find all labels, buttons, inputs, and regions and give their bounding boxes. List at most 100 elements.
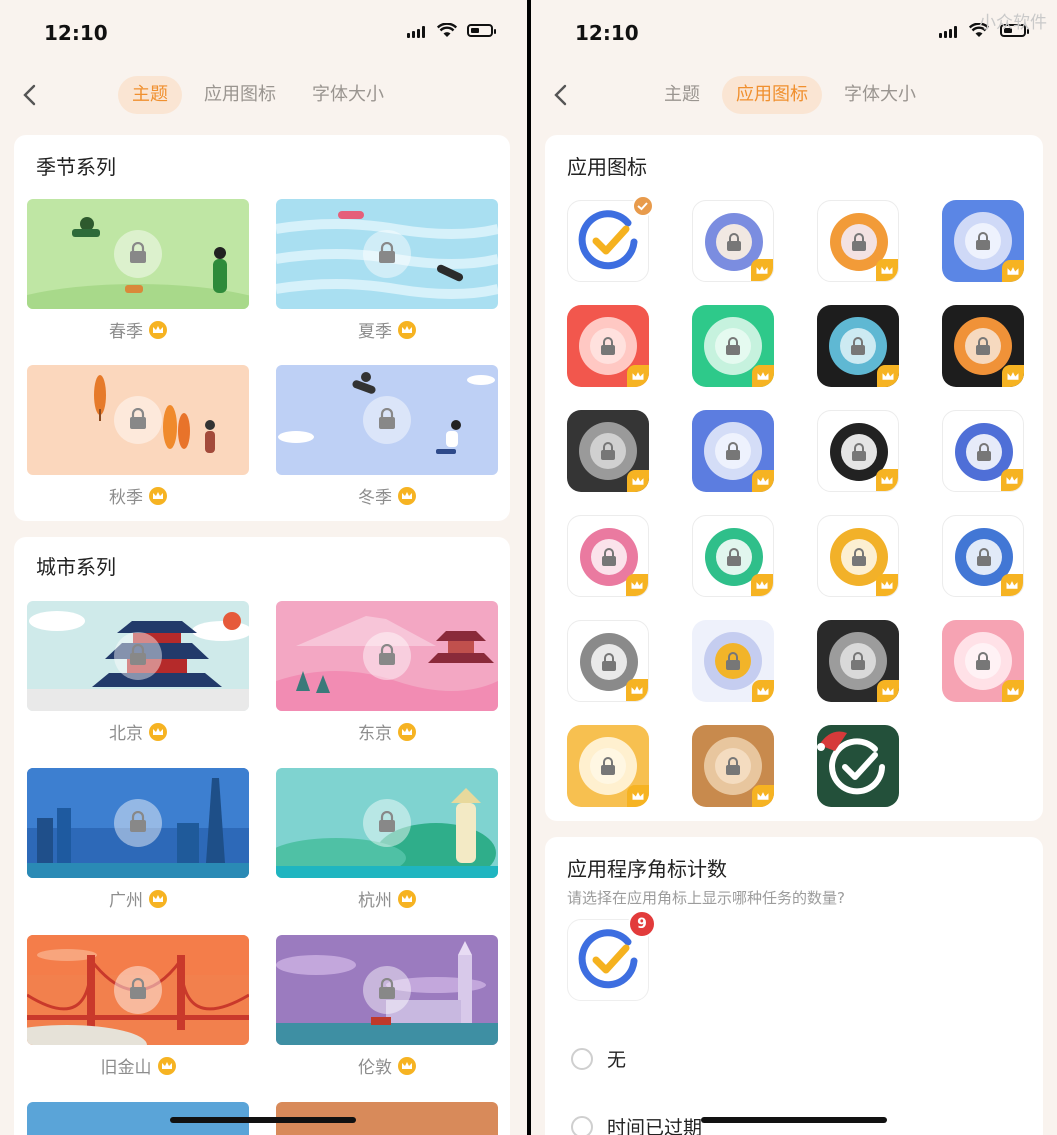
app-icon-option[interactable]	[942, 305, 1024, 387]
badge-count-subtitle: 请选择在应用角标上显示哪种任务的数量?	[567, 889, 845, 907]
theme-name: 杭州	[358, 891, 392, 911]
lock-icon	[602, 548, 616, 570]
lock-icon	[363, 966, 411, 1014]
option-label: 时间已过期	[607, 1117, 703, 1135]
theme-autumn[interactable]: 秋季	[27, 365, 249, 508]
theme-winter[interactable]: 冬季	[276, 365, 498, 508]
crown-icon	[398, 320, 416, 339]
option-label: 无	[607, 1049, 627, 1071]
option-none[interactable]: 无	[571, 1045, 626, 1072]
lock-icon	[114, 632, 162, 680]
home-indicator[interactable]	[170, 1117, 356, 1123]
lock-icon	[363, 632, 411, 680]
watermark: 小众软件	[979, 13, 1047, 33]
option-overdue[interactable]: 时间已过期	[571, 1113, 702, 1135]
status-time: 12:10	[575, 21, 639, 45]
app-icon-option[interactable]	[567, 195, 654, 282]
badge-preview-icon: 9	[567, 910, 656, 1001]
tab-app-icon[interactable]: 应用图标	[190, 76, 290, 114]
lock-icon	[726, 442, 740, 464]
lock-icon	[602, 653, 616, 675]
theme-beijing[interactable]: 北京	[27, 601, 249, 744]
lock-icon	[851, 337, 865, 359]
app-icon-option[interactable]	[942, 410, 1024, 492]
app-icon-option[interactable]	[817, 725, 899, 807]
crown-icon	[751, 259, 773, 281]
app-icon-option[interactable]	[567, 305, 649, 387]
crown-icon	[752, 680, 774, 702]
app-icon-option[interactable]	[692, 515, 774, 597]
lock-icon	[601, 757, 615, 779]
crown-icon	[626, 679, 648, 701]
theme-name: 春季	[109, 322, 143, 342]
selected-check-icon	[632, 195, 654, 217]
city-series-card: 城市系列 北京 东京 广州 杭州 旧金山 伦敦	[14, 537, 510, 1135]
app-icon-option[interactable]	[692, 410, 774, 492]
tab-font-size[interactable]: 字体大小	[830, 76, 930, 114]
back-arrow-icon[interactable]	[18, 83, 42, 107]
lock-icon	[727, 548, 741, 570]
crown-icon	[627, 365, 649, 387]
crown-icon	[398, 486, 416, 505]
app-icon-option[interactable]	[692, 620, 774, 702]
crown-icon	[398, 722, 416, 741]
status-bar: 12:10	[0, 0, 527, 66]
crown-icon	[876, 259, 898, 281]
theme-summer[interactable]: 夏季	[276, 199, 498, 342]
badge-count: 9	[628, 910, 656, 938]
season-series-title: 季节系列	[36, 155, 116, 179]
theme-spring[interactable]: 春季	[27, 199, 249, 342]
app-icon-option[interactable]	[567, 410, 649, 492]
london-thumbnail	[276, 935, 498, 1045]
lock-icon	[601, 337, 615, 359]
tokyo-thumbnail	[276, 601, 498, 711]
app-icon-option[interactable]	[942, 200, 1024, 282]
spring-thumbnail	[27, 199, 249, 309]
hangzhou-thumbnail	[276, 768, 498, 878]
signal-icon	[407, 26, 425, 38]
app-icon-option[interactable]	[817, 515, 899, 597]
app-icon-option[interactable]	[817, 200, 899, 282]
app-icon-option[interactable]	[567, 620, 649, 702]
home-indicator[interactable]	[701, 1117, 887, 1123]
app-icon-option[interactable]	[942, 620, 1024, 702]
battery-icon	[467, 24, 496, 37]
lock-icon	[852, 548, 866, 570]
back-arrow-icon[interactable]	[549, 83, 573, 107]
crown-icon	[1002, 680, 1024, 702]
city-series-title: 城市系列	[36, 555, 116, 579]
theme-name: 旧金山	[100, 1058, 152, 1078]
app-icon-option[interactable]	[692, 305, 774, 387]
theme-hangzhou[interactable]: 杭州	[276, 768, 498, 911]
badge-count-card: 应用程序角标计数 请选择在应用角标上显示哪种任务的数量? 9 无 时间已过期	[545, 837, 1043, 1135]
app-icon-option[interactable]	[942, 515, 1024, 597]
app-icon-option[interactable]	[692, 200, 774, 282]
tab-font-size[interactable]: 字体大小	[298, 76, 398, 114]
tab-theme[interactable]: 主题	[650, 76, 714, 114]
theme-name: 伦敦	[358, 1058, 392, 1078]
tab-theme[interactable]: 主题	[118, 76, 182, 114]
app-icon-option[interactable]	[817, 620, 899, 702]
tab-app-icon[interactable]: 应用图标	[722, 76, 822, 114]
crown-icon	[627, 470, 649, 492]
lock-icon	[363, 396, 411, 444]
summer-thumbnail	[276, 199, 498, 309]
lock-icon	[726, 337, 740, 359]
beijing-thumbnail	[27, 601, 249, 711]
crown-icon	[626, 574, 648, 596]
crown-icon	[157, 1056, 176, 1075]
theme-guangzhou[interactable]: 广州	[27, 768, 249, 911]
season-series-card: 季节系列 春季 夏季 秋季 冬季	[14, 135, 510, 521]
theme-tokyo[interactable]: 东京	[276, 601, 498, 744]
app-icon-option[interactable]	[567, 725, 649, 807]
app-icon-option[interactable]	[817, 305, 899, 387]
crown-icon	[877, 680, 899, 702]
lock-icon	[727, 233, 741, 255]
app-icon-option[interactable]	[817, 410, 899, 492]
lock-icon	[852, 233, 866, 255]
theme-san-francisco[interactable]: 旧金山	[27, 935, 249, 1078]
badge-count-title: 应用程序角标计数	[567, 857, 727, 881]
app-icon-option[interactable]	[692, 725, 774, 807]
theme-london[interactable]: 伦敦	[276, 935, 498, 1078]
app-icon-option[interactable]	[567, 515, 649, 597]
